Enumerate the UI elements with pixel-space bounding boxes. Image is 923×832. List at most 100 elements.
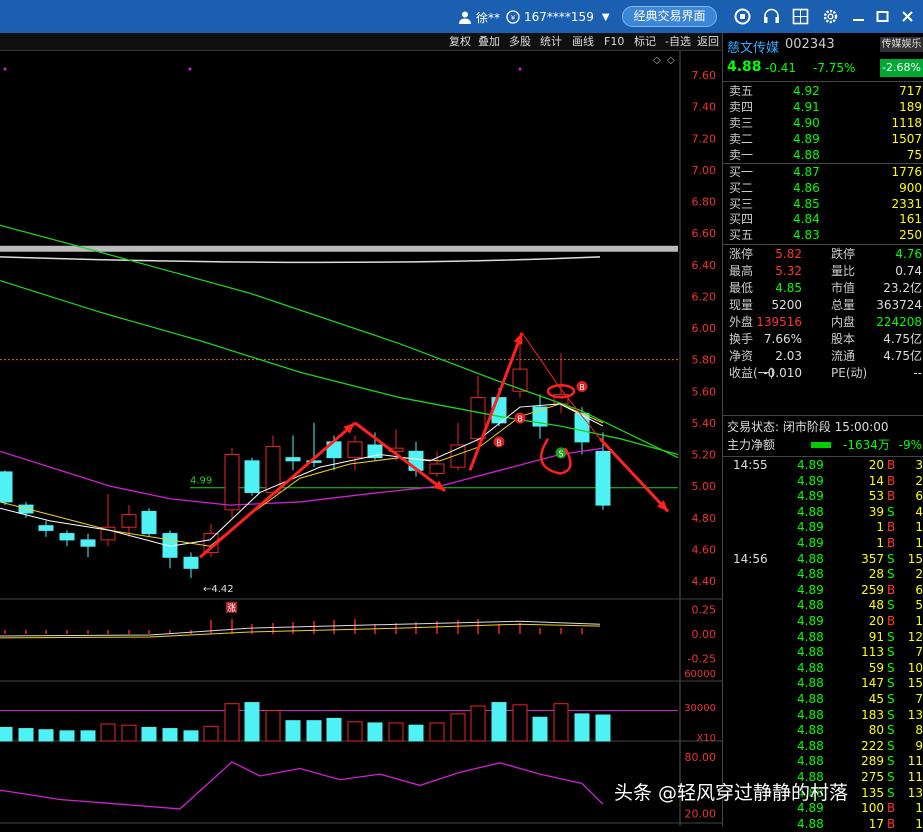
tick-price: 4.89 [797, 582, 824, 597]
price-tick-label: 4.60 [692, 543, 717, 556]
stat-value: 4.85 [775, 281, 802, 295]
tick-count: 7 [915, 692, 923, 706]
kline-chart-svg[interactable]: 7.60 7.40 7.20 7.00 6.80 6.60 6.40 6.20 6.00 5.80… [0, 51, 722, 826]
ask-row[interactable]: 卖三 4.90 1118 [723, 115, 923, 131]
stock-name[interactable]: 慈文传媒 [727, 37, 779, 56]
bid-row[interactable]: 买一 4.87 1776 [723, 164, 923, 180]
tick-row: 4.88 45 S 7 [723, 692, 923, 708]
volume-bar [121, 724, 137, 742]
toolbar-item[interactable]: -自选 [665, 34, 691, 50]
stats-row: 最高 5.32 量比 0.74 [723, 263, 923, 279]
tick-row: 4.89 1 B 1 [723, 536, 923, 552]
ask-row[interactable]: 卖四 4.91 189 [723, 99, 923, 115]
classic-trade-button[interactable]: 经典交易界面 [622, 6, 717, 27]
volume-bar [100, 723, 116, 742]
macd-tick-label: 0.25 [692, 604, 717, 617]
bid-row[interactable]: 买四 4.84 161 [723, 211, 923, 227]
stat-label: 内盘 [831, 315, 856, 329]
tick-side: B [887, 536, 896, 550]
candle-down[interactable] [595, 450, 611, 506]
volume-bar [224, 703, 240, 742]
tick-side: S [887, 770, 895, 784]
ask-row[interactable]: 卖一 4.88 75 [723, 147, 923, 163]
stat-label: 净资 [729, 349, 754, 363]
sector-badge[interactable]: 传媒娱乐 [880, 37, 923, 52]
bid-volume: 900 [899, 180, 922, 195]
bid-label: 买三 [729, 196, 754, 211]
tick-count: 13 [907, 707, 923, 722]
stats-row: 净资 2.03 流通 4.75亿 [723, 348, 923, 364]
kline-chart[interactable]: 7.60 7.40 7.20 7.00 6.80 6.60 6.40 6.20 6.00 5.80… [0, 51, 722, 826]
tick-row: 4.88 39 S 4 [723, 505, 923, 521]
gear-icon[interactable] [822, 8, 839, 25]
tick-row: 4.88 48 S 5 [723, 598, 923, 614]
close-icon[interactable] [899, 8, 916, 25]
bid-price: 4.83 [793, 228, 820, 243]
tick-count: 1 [915, 614, 923, 628]
diamond-icon[interactable]: ◇ [667, 55, 675, 66]
grid-icon[interactable] [792, 8, 809, 25]
volume-bar [595, 714, 611, 742]
toolbar-item[interactable]: 返回 [697, 34, 719, 50]
tick-volume: 275 [861, 770, 884, 784]
candle-up[interactable] [429, 463, 445, 474]
candle-down[interactable] [141, 510, 157, 535]
toolbar-item[interactable]: 统计 [540, 34, 562, 50]
tick-side: S [887, 551, 895, 566]
user-account[interactable]: 徐** ¥ 167****159 ▼ [458, 8, 610, 26]
candle-up[interactable] [265, 446, 281, 493]
bid-row[interactable]: 买三 4.85 2331 [723, 196, 923, 212]
ask-row[interactable]: 卖二 4.89 1507 [723, 131, 923, 147]
candle-down[interactable] [38, 525, 54, 531]
toolbar-item[interactable]: 复权 [449, 34, 471, 50]
ask-label: 卖二 [729, 132, 754, 146]
toolbar-item[interactable]: 画线 [572, 34, 594, 50]
tick-row: 4.88 91 S 12 [723, 630, 923, 646]
candle-down[interactable] [80, 539, 96, 547]
bid-volume: 161 [899, 212, 922, 227]
tick-volume: 28 [868, 567, 884, 582]
stat-value: -- [913, 366, 922, 380]
volume-bar [265, 709, 281, 742]
candle-down[interactable] [183, 556, 199, 569]
toolbar-item[interactable]: 多股 [509, 34, 531, 50]
marker-text: B [579, 383, 585, 392]
rsi-tick-label: 20.00 [685, 808, 717, 821]
tick-row: 4.89 20 B 1 [723, 614, 923, 630]
stats-row: 现量 5200 总量 363724 [723, 297, 923, 313]
candle-down[interactable] [18, 504, 34, 514]
diamond-icon[interactable]: ◇ [653, 55, 661, 66]
price-tick-label: 6.00 [692, 322, 717, 335]
candle-up[interactable] [347, 441, 363, 459]
candle-up[interactable] [224, 454, 240, 511]
ask-price: 4.89 [793, 132, 820, 146]
toolbar-item[interactable]: 标记 [634, 34, 656, 50]
candle-up[interactable] [512, 368, 528, 392]
minimize-icon[interactable] [850, 8, 867, 25]
toolbar-item[interactable]: 叠加 [478, 34, 500, 50]
toolbar-item[interactable]: F10 [604, 34, 624, 50]
maximize-icon[interactable] [874, 8, 891, 25]
bid-price: 4.87 [793, 165, 820, 179]
marker-dot [188, 67, 192, 71]
tick-count: 1 [915, 520, 923, 535]
headset-icon[interactable] [763, 8, 780, 25]
tick-side: S [887, 504, 895, 519]
rsi-line [0, 761, 604, 810]
bid-row[interactable]: 买二 4.86 900 [723, 180, 923, 196]
bid-price: 4.85 [793, 196, 820, 211]
candle-down[interactable] [244, 460, 260, 493]
candle-down[interactable] [0, 471, 13, 503]
ask-row[interactable]: 卖五 4.92 717 [723, 83, 923, 99]
tick-volume: 14 [868, 473, 884, 488]
price-tick-label: 4.40 [692, 575, 717, 588]
candle-up[interactable] [121, 514, 137, 528]
tick-side: B [887, 801, 896, 816]
tick-time: 14:55 [733, 458, 768, 472]
tick-volume: 59 [868, 660, 884, 675]
bid-row[interactable]: 买五 4.83 250 [723, 227, 923, 243]
candle-down[interactable] [59, 533, 75, 541]
candle-down[interactable] [285, 457, 301, 462]
refresh-icon[interactable] [734, 8, 751, 25]
price-tick-label: 4.80 [692, 512, 717, 525]
